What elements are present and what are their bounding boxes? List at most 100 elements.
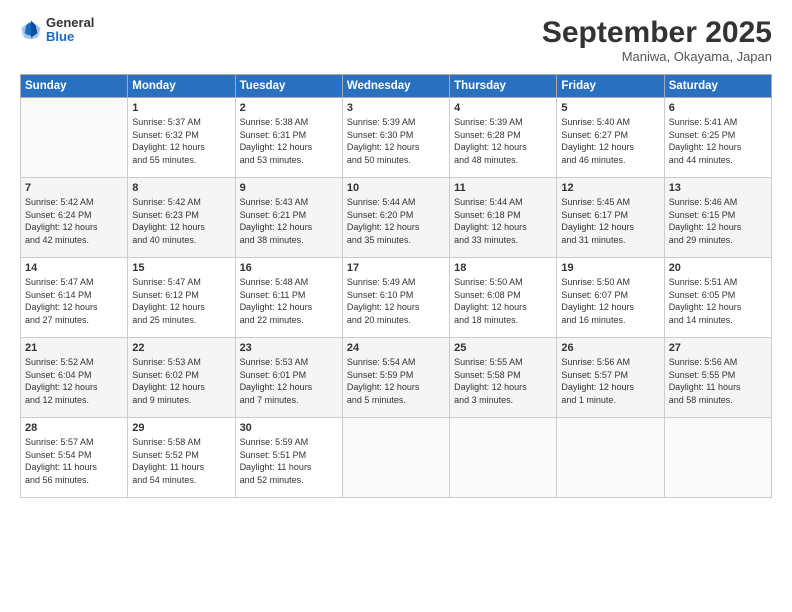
day-info: Sunrise: 5:39 AM Sunset: 6:30 PM Dayligh… — [347, 116, 445, 166]
day-cell: 9 Sunrise: 5:43 AM Sunset: 6:21 PM Daylig… — [235, 178, 342, 258]
day-cell: 24 Sunrise: 5:54 AM Sunset: 5:59 PM Dayli… — [342, 338, 449, 418]
day-cell: 1Sunrise: 5:37 AM Sunset: 6:32 PM Daylig… — [128, 98, 235, 178]
day-info: Sunrise: 5:42 AM Sunset: 6:23 PM Dayligh… — [132, 196, 230, 246]
day-cell: 20 Sunrise: 5:51 AM Sunset: 6:05 PM Dayli… — [664, 258, 771, 338]
day-number: 6 — [669, 102, 767, 114]
day-number: 28 — [25, 422, 123, 434]
week-row-5: 28 Sunrise: 5:57 AM Sunset: 5:54 PM Dayli… — [21, 418, 772, 498]
day-info: Sunrise: 5:53 AM Sunset: 6:01 PM Dayligh… — [240, 356, 338, 406]
day-info: Sunrise: 5:52 AM Sunset: 6:04 PM Dayligh… — [25, 356, 123, 406]
day-info: Sunrise: 5:45 AM Sunset: 6:17 PM Dayligh… — [561, 196, 659, 246]
day-cell: 29 Sunrise: 5:58 AM Sunset: 5:52 PM Dayli… — [128, 418, 235, 498]
day-info: Sunrise: 5:56 AM Sunset: 5:57 PM Dayligh… — [561, 356, 659, 406]
day-cell: 2 Sunrise: 5:38 AM Sunset: 6:31 PM Daylig… — [235, 98, 342, 178]
day-info: Sunrise: 5:55 AM Sunset: 5:58 PM Dayligh… — [454, 356, 552, 406]
day-cell: 21 Sunrise: 5:52 AM Sunset: 6:04 PM Dayli… — [21, 338, 128, 418]
day-number: 20 — [669, 262, 767, 274]
calendar-table: SundayMondayTuesdayWednesdayThursdayFrid… — [20, 74, 772, 498]
logo-text: General Blue — [46, 16, 94, 45]
day-cell: 18Sunrise: 5:50 AM Sunset: 6:08 PM Dayli… — [450, 258, 557, 338]
header-cell-saturday: Saturday — [664, 75, 771, 98]
day-info: Sunrise: 5:47 AM Sunset: 6:12 PM Dayligh… — [132, 276, 230, 326]
day-number: 9 — [240, 182, 338, 194]
day-number: 23 — [240, 342, 338, 354]
day-cell: 14 Sunrise: 5:47 AM Sunset: 6:14 PM Dayli… — [21, 258, 128, 338]
day-cell: 19 Sunrise: 5:50 AM Sunset: 6:07 PM Dayli… — [557, 258, 664, 338]
day-info: Sunrise: 5:44 AM Sunset: 6:20 PM Dayligh… — [347, 196, 445, 246]
day-number: 25 — [454, 342, 552, 354]
header-row: SundayMondayTuesdayWednesdayThursdayFrid… — [21, 75, 772, 98]
day-info: Sunrise: 5:41 AM Sunset: 6:25 PM Dayligh… — [669, 116, 767, 166]
day-number: 15 — [132, 262, 230, 274]
day-info: Sunrise: 5:40 AM Sunset: 6:27 PM Dayligh… — [561, 116, 659, 166]
month-title: September 2025 — [542, 16, 772, 49]
day-info: Sunrise: 5:39 AM Sunset: 6:28 PM Dayligh… — [454, 116, 552, 166]
location: Maniwa, Okayama, Japan — [542, 49, 772, 64]
day-info: Sunrise: 5:38 AM Sunset: 6:31 PM Dayligh… — [240, 116, 338, 166]
day-cell — [342, 418, 449, 498]
day-number: 22 — [132, 342, 230, 354]
day-cell: 22 Sunrise: 5:53 AM Sunset: 6:02 PM Dayli… — [128, 338, 235, 418]
day-cell — [664, 418, 771, 498]
day-cell: 27 Sunrise: 5:56 AM Sunset: 5:55 PM Dayli… — [664, 338, 771, 418]
day-number: 24 — [347, 342, 445, 354]
day-cell: 15 Sunrise: 5:47 AM Sunset: 6:12 PM Dayli… — [128, 258, 235, 338]
day-number: 13 — [669, 182, 767, 194]
day-cell — [21, 98, 128, 178]
logo-blue: Blue — [46, 30, 94, 44]
header-cell-wednesday: Wednesday — [342, 75, 449, 98]
day-number: 3 — [347, 102, 445, 114]
header-cell-sunday: Sunday — [21, 75, 128, 98]
day-cell: 10Sunrise: 5:44 AM Sunset: 6:20 PM Dayli… — [342, 178, 449, 258]
day-number: 4 — [454, 102, 552, 114]
day-cell: 17Sunrise: 5:49 AM Sunset: 6:10 PM Dayli… — [342, 258, 449, 338]
day-info: Sunrise: 5:42 AM Sunset: 6:24 PM Dayligh… — [25, 196, 123, 246]
day-number: 1 — [132, 102, 230, 114]
day-number: 21 — [25, 342, 123, 354]
day-number: 14 — [25, 262, 123, 274]
day-info: Sunrise: 5:44 AM Sunset: 6:18 PM Dayligh… — [454, 196, 552, 246]
day-info: Sunrise: 5:58 AM Sunset: 5:52 PM Dayligh… — [132, 436, 230, 486]
day-number: 2 — [240, 102, 338, 114]
day-cell: 28 Sunrise: 5:57 AM Sunset: 5:54 PM Dayli… — [21, 418, 128, 498]
day-info: Sunrise: 5:50 AM Sunset: 6:07 PM Dayligh… — [561, 276, 659, 326]
day-number: 29 — [132, 422, 230, 434]
day-number: 12 — [561, 182, 659, 194]
logo-icon — [20, 19, 42, 41]
day-info: Sunrise: 5:48 AM Sunset: 6:11 PM Dayligh… — [240, 276, 338, 326]
day-info: Sunrise: 5:46 AM Sunset: 6:15 PM Dayligh… — [669, 196, 767, 246]
title-block: September 2025 Maniwa, Okayama, Japan — [542, 16, 772, 64]
logo: General Blue — [20, 16, 94, 45]
week-row-4: 21 Sunrise: 5:52 AM Sunset: 6:04 PM Dayli… — [21, 338, 772, 418]
day-number: 7 — [25, 182, 123, 194]
day-info: Sunrise: 5:50 AM Sunset: 6:08 PM Dayligh… — [454, 276, 552, 326]
day-cell: 12 Sunrise: 5:45 AM Sunset: 6:17 PM Dayli… — [557, 178, 664, 258]
day-info: Sunrise: 5:56 AM Sunset: 5:55 PM Dayligh… — [669, 356, 767, 406]
day-cell: 3 Sunrise: 5:39 AM Sunset: 6:30 PM Daylig… — [342, 98, 449, 178]
day-number: 27 — [669, 342, 767, 354]
day-number: 26 — [561, 342, 659, 354]
day-info: Sunrise: 5:49 AM Sunset: 6:10 PM Dayligh… — [347, 276, 445, 326]
day-number: 19 — [561, 262, 659, 274]
day-cell: 26 Sunrise: 5:56 AM Sunset: 5:57 PM Dayli… — [557, 338, 664, 418]
day-cell: 25 Sunrise: 5:55 AM Sunset: 5:58 PM Dayli… — [450, 338, 557, 418]
day-info: Sunrise: 5:59 AM Sunset: 5:51 PM Dayligh… — [240, 436, 338, 486]
day-number: 16 — [240, 262, 338, 274]
day-cell: 30Sunrise: 5:59 AM Sunset: 5:51 PM Dayli… — [235, 418, 342, 498]
day-info: Sunrise: 5:54 AM Sunset: 5:59 PM Dayligh… — [347, 356, 445, 406]
day-number: 8 — [132, 182, 230, 194]
day-number: 11 — [454, 182, 552, 194]
logo-general: General — [46, 16, 94, 30]
day-cell — [450, 418, 557, 498]
header-cell-tuesday: Tuesday — [235, 75, 342, 98]
day-number: 5 — [561, 102, 659, 114]
week-row-3: 14 Sunrise: 5:47 AM Sunset: 6:14 PM Dayli… — [21, 258, 772, 338]
day-cell: 11 Sunrise: 5:44 AM Sunset: 6:18 PM Dayli… — [450, 178, 557, 258]
day-info: Sunrise: 5:47 AM Sunset: 6:14 PM Dayligh… — [25, 276, 123, 326]
day-info: Sunrise: 5:51 AM Sunset: 6:05 PM Dayligh… — [669, 276, 767, 326]
day-info: Sunrise: 5:43 AM Sunset: 6:21 PM Dayligh… — [240, 196, 338, 246]
day-info: Sunrise: 5:53 AM Sunset: 6:02 PM Dayligh… — [132, 356, 230, 406]
week-row-1: 1Sunrise: 5:37 AM Sunset: 6:32 PM Daylig… — [21, 98, 772, 178]
day-info: Sunrise: 5:57 AM Sunset: 5:54 PM Dayligh… — [25, 436, 123, 486]
header-cell-thursday: Thursday — [450, 75, 557, 98]
